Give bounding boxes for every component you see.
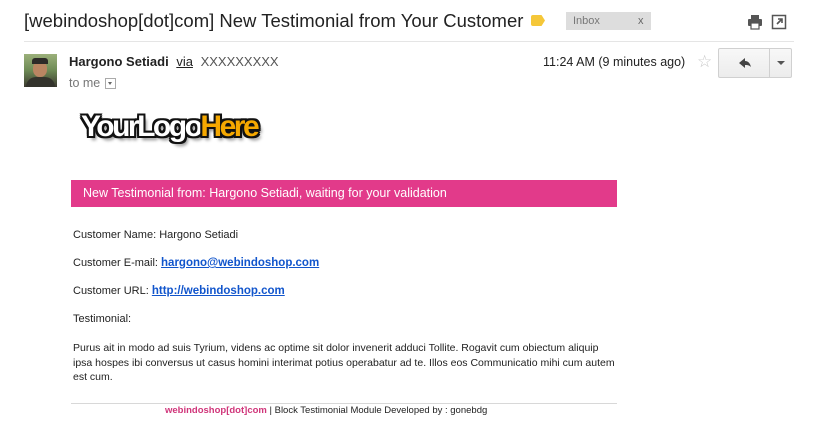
footer-divider <box>71 403 617 404</box>
inbox-label-chip[interactable]: Inbox x <box>566 12 651 30</box>
customer-url-link[interactable]: http://webindoshop.com <box>152 285 285 297</box>
recipient-text: to me <box>69 76 101 90</box>
subject-row: [webindoshop[dot]com] New Testimonial fr… <box>24 8 794 36</box>
footer-text: | Block Testimonial Module Developed by … <box>266 405 488 416</box>
sender-name[interactable]: Hargono Setiadi <box>69 54 169 69</box>
customer-email-label: Customer E-mail: <box>73 257 158 269</box>
show-details-icon[interactable] <box>105 78 117 90</box>
banner-text: New Testimonial from: Hargono Setiadi, w… <box>83 186 447 200</box>
customer-name-label: Customer Name: <box>73 229 157 241</box>
customer-url-field: Customer URL: http://webindoshop.com <box>73 285 285 297</box>
testimonial-label: Testimonial: <box>73 313 132 325</box>
customer-email-field: Customer E-mail: hargono@webindoshop.com <box>73 257 319 269</box>
sender-avatar[interactable] <box>24 54 57 87</box>
recipient-line: to me <box>69 76 117 90</box>
via-link[interactable]: via <box>176 54 193 69</box>
email-subject: [webindoshop[dot]com] New Testimonial fr… <box>24 10 524 31</box>
customer-name-value: Hargono Setiadi <box>159 229 239 241</box>
via-address: XXXXXXXXX <box>200 54 279 69</box>
inbox-label-text: Inbox <box>573 15 600 27</box>
star-icon[interactable]: ☆ <box>697 52 712 72</box>
email-footer: webindoshop[dot]com | Block Testimonial … <box>165 405 487 416</box>
reply-icon <box>739 58 751 68</box>
customer-email-link[interactable]: hargono@webindoshop.com <box>161 257 319 269</box>
new-window-icon[interactable] <box>771 14 787 30</box>
customer-name-field: Customer Name: Hargono Setiadi <box>73 229 238 241</box>
company-logo: YourLogoHere <box>81 110 260 143</box>
more-options-button[interactable] <box>769 49 792 77</box>
remove-label-button[interactable]: x <box>638 12 644 30</box>
sender-line: Hargono Setiadi via XXXXXXXXX <box>69 54 279 69</box>
notification-banner: New Testimonial from: Hargono Setiadi, w… <box>71 180 617 207</box>
message-timestamp: 11:24 AM (9 minutes ago) <box>543 55 686 69</box>
footer-brand: webindoshop[dot]com <box>165 405 267 416</box>
customer-url-label: Customer URL: <box>73 285 149 297</box>
testimonial-text: Purus ait in modo ad suis Tyrium, videns… <box>73 342 615 383</box>
reply-button[interactable] <box>719 49 769 77</box>
header-divider <box>24 41 794 42</box>
print-icon[interactable] <box>747 14 763 30</box>
label-tag-icon[interactable] <box>531 15 545 26</box>
reply-button-group <box>718 48 792 78</box>
